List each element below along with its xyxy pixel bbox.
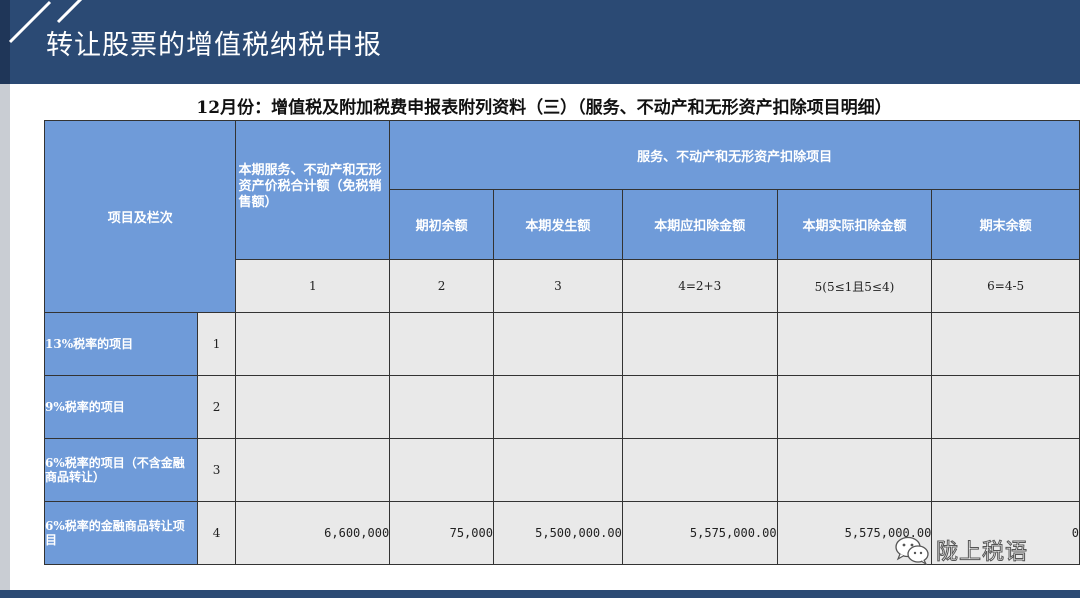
table-row: 9%税率的项目 2 <box>44 375 1080 439</box>
table-row: 6%税率的项目（不含金融商品转让） 3 <box>44 438 1080 502</box>
col-number: 4=2+3 <box>621 259 778 313</box>
table-cell <box>389 438 494 502</box>
header-current-amount: 本期发生额 <box>492 189 623 260</box>
header-deductible-amount: 本期应扣除金额 <box>621 189 778 260</box>
deduction-table: 项目及栏次 本期服务、不动产和无形资产价税合计额（免税销售额） 服务、不动产和无… <box>43 120 1080 565</box>
table-cell <box>492 438 623 502</box>
table-cell <box>931 375 1080 439</box>
header-actual-deduction: 本期实际扣除金额 <box>776 189 933 260</box>
header-opening-balance: 期初余额 <box>389 189 494 260</box>
col-number: 2 <box>389 259 494 313</box>
table-cell <box>235 438 391 502</box>
report-title: 12月份：增值税及附加税费申报表附列资料（三）（服务、不动产和无形资产扣除项目明… <box>196 98 892 118</box>
row-label: 13%税率的项目 <box>44 312 198 376</box>
value-deductible-amount: 5,575,000.00 <box>621 501 778 565</box>
row-index: 2 <box>196 375 237 439</box>
col-number: 6=4-5 <box>931 259 1080 313</box>
row-index: 3 <box>196 438 237 502</box>
watermark: 陇上税语 <box>894 534 1028 566</box>
left-side-bar <box>0 84 10 598</box>
value-total: 6,600,000 <box>235 501 391 565</box>
header-total: 本期服务、不动产和无形资产价税合计额（免税销售额） <box>235 120 391 260</box>
table-cell <box>621 375 778 439</box>
table-cell <box>776 375 933 439</box>
row-label: 9%税率的项目 <box>44 375 198 439</box>
table-cell <box>621 312 778 376</box>
table-cell <box>389 312 494 376</box>
col-number: 1 <box>235 259 391 313</box>
table-cell <box>492 312 623 376</box>
table-cell <box>776 312 933 376</box>
watermark-text: 陇上税语 <box>935 540 1029 566</box>
col-number: 3 <box>492 259 623 313</box>
table-row: 13%税率的项目 1 <box>44 312 1080 376</box>
table-cell <box>621 438 778 502</box>
header-project: 项目及栏次 <box>43 120 237 313</box>
row-label: 6%税率的金融商品转让项目 <box>44 501 198 565</box>
table-cell <box>389 375 494 439</box>
table-cell <box>235 375 391 439</box>
table-cell <box>235 312 391 376</box>
header-deduction-group: 服务、不动产和无形资产扣除项目 <box>389 120 1080 190</box>
table-cell <box>492 375 623 439</box>
table-cell <box>931 312 1080 376</box>
table-cell <box>776 438 933 502</box>
row-index: 4 <box>196 501 237 565</box>
slide-title: 转让股票的增值税纳税申报 <box>46 30 382 61</box>
value-opening-balance: 75,000 <box>389 501 494 565</box>
row-index: 1 <box>196 312 237 376</box>
bottom-bar <box>0 590 1080 598</box>
table-cell <box>931 438 1080 502</box>
wechat-icon <box>895 536 929 565</box>
header-closing-balance: 期末余额 <box>931 189 1080 260</box>
col-number: 5(5≤1且5≤4) <box>776 259 933 313</box>
value-current-amount: 5,500,000.00 <box>492 501 623 565</box>
row-label: 6%税率的项目（不含金融商品转让） <box>44 438 198 502</box>
slide-header: 转让股票的增值税纳税申报 <box>0 0 1080 84</box>
